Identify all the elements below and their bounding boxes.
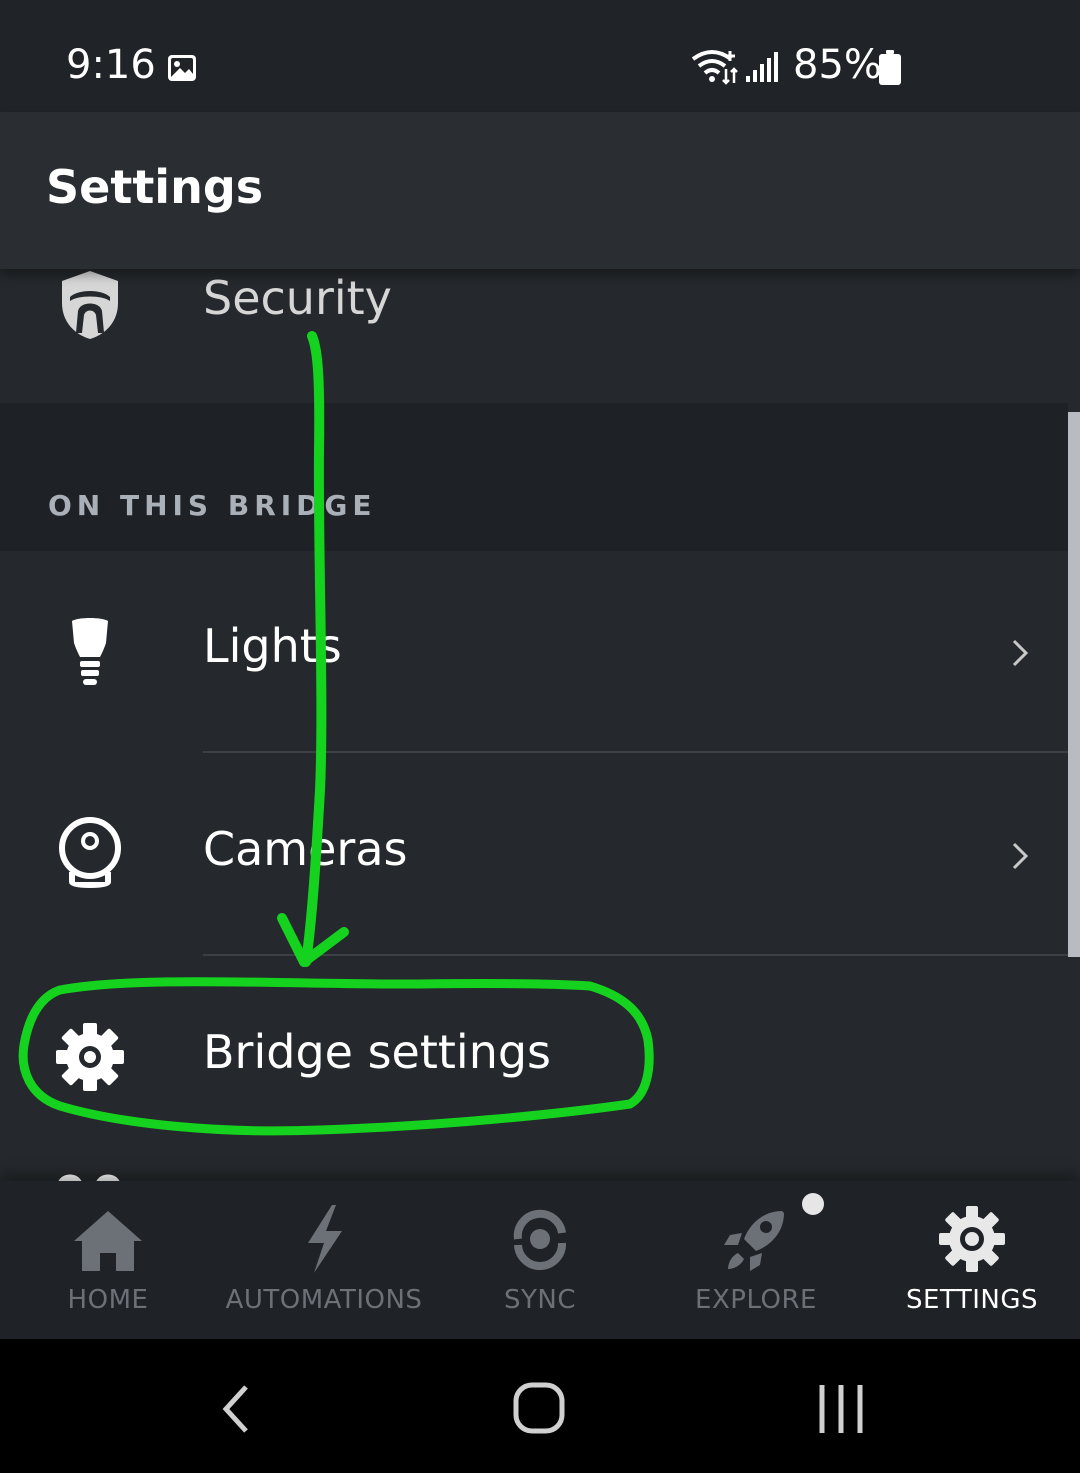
wifi-icon bbox=[691, 50, 738, 85]
chevron-right-icon bbox=[1012, 842, 1029, 870]
nav-explore[interactable]: EXPLORE bbox=[648, 1181, 864, 1339]
nav-label: AUTOMATIONS bbox=[225, 1285, 423, 1315]
settings-item-cameras[interactable]: Cameras bbox=[0, 754, 1068, 956]
recent-apps-icon[interactable] bbox=[806, 1379, 876, 1439]
settings-item-label: Cameras bbox=[203, 822, 408, 876]
page-title: Settings bbox=[46, 160, 264, 214]
nav-label: HOME bbox=[67, 1285, 149, 1315]
nav-automations[interactable]: AUTOMATIONS bbox=[216, 1181, 432, 1339]
divider bbox=[203, 751, 1068, 753]
nav-label: SYNC bbox=[504, 1285, 576, 1315]
battery-percentage: 85% bbox=[793, 42, 882, 88]
gear-icon bbox=[939, 1206, 1005, 1272]
nav-settings[interactable]: SETTINGS bbox=[864, 1181, 1080, 1339]
section-title: ON THIS BRIDGE bbox=[48, 489, 377, 522]
signal-icon bbox=[746, 52, 778, 82]
nav-label: SETTINGS bbox=[905, 1285, 1038, 1315]
settings-item-security[interactable]: Security bbox=[0, 269, 1080, 403]
scrollbar[interactable] bbox=[1068, 412, 1080, 957]
nav-sync[interactable]: SYNC bbox=[432, 1181, 648, 1339]
rocket-icon bbox=[724, 1211, 784, 1271]
app-bar: Settings bbox=[0, 112, 1080, 269]
settings-item-label: Security bbox=[203, 271, 392, 325]
settings-item-lights[interactable]: Lights bbox=[0, 551, 1068, 753]
status-time: 9:16 bbox=[66, 42, 156, 88]
camera-icon bbox=[59, 817, 121, 888]
nav-label: EXPLORE bbox=[695, 1285, 817, 1315]
image-icon bbox=[168, 55, 196, 81]
status-bar: 9:16 85% bbox=[0, 0, 1080, 112]
chevron-right-icon bbox=[1012, 639, 1029, 667]
home-icon bbox=[74, 1211, 142, 1271]
nav-home[interactable]: HOME bbox=[0, 1181, 216, 1339]
settings-item-label: Lights bbox=[203, 619, 342, 673]
back-icon[interactable] bbox=[202, 1379, 272, 1439]
bulb-icon bbox=[72, 618, 108, 685]
home-circle-icon[interactable] bbox=[504, 1379, 574, 1439]
settings-item-label: Bridge settings bbox=[203, 1025, 552, 1079]
system-navigation-bar bbox=[0, 1339, 1080, 1473]
lightning-icon bbox=[308, 1205, 342, 1273]
battery-icon bbox=[879, 50, 901, 85]
settings-item-bridge-settings[interactable]: Bridge settings bbox=[0, 957, 1080, 1160]
sync-icon bbox=[513, 1209, 566, 1270]
gear-icon bbox=[56, 1023, 124, 1091]
notification-dot bbox=[802, 1193, 824, 1215]
divider bbox=[203, 954, 1068, 956]
section-header: ON THIS BRIDGE bbox=[0, 403, 1068, 551]
security-shield-icon bbox=[62, 271, 118, 339]
bottom-navigation: HOME AUTOMATIONS SYNC EXPLORE SETTINGS bbox=[0, 1181, 1080, 1339]
